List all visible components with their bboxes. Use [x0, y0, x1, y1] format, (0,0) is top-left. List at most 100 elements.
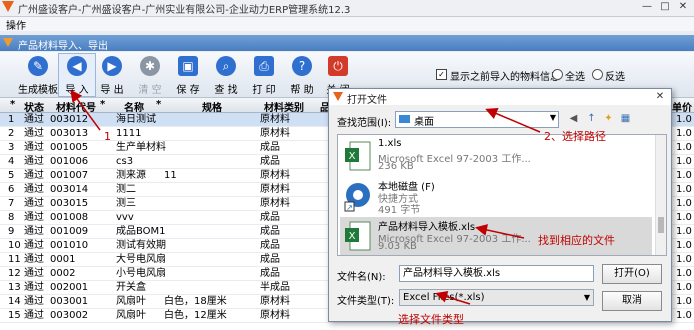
row-index: 7: [8, 198, 15, 209]
row-name: 风扇叶: [116, 296, 146, 307]
row-price: 1.0: [676, 142, 692, 153]
scrollbar-thumb[interactable]: [658, 217, 664, 233]
row-price: 1.0: [676, 156, 692, 167]
row-code: 003002: [50, 310, 89, 321]
search-icon: ⌕: [216, 56, 236, 76]
row-spec: 白色，12厘米: [164, 310, 227, 321]
row-price: 1.0: [676, 184, 692, 195]
row-status: 通过: [24, 268, 44, 279]
row-price: 1.0: [676, 114, 692, 125]
row-name: 开关盒: [116, 282, 146, 293]
col-marker-2: *: [100, 99, 106, 110]
excel-icon: X: [345, 221, 371, 251]
clear-button[interactable]: ✱ 清 空: [132, 54, 168, 96]
row-status: 通过: [24, 254, 44, 265]
look-in-select[interactable]: 桌面 ▼: [395, 111, 559, 128]
look-in-value: 桌面: [414, 117, 434, 128]
row-status: 通过: [24, 198, 44, 209]
show-previous-checkbox[interactable]: ✓: [436, 69, 447, 80]
up-folder-icon[interactable]: ↑: [585, 112, 598, 125]
col-code[interactable]: 材料代号: [56, 99, 96, 114]
svg-text:X: X: [349, 231, 356, 242]
col-spec[interactable]: 规格: [202, 99, 222, 114]
row-name: cs3: [116, 156, 134, 167]
back-icon[interactable]: ◀: [567, 112, 580, 125]
cancel-button[interactable]: 取消: [602, 291, 662, 311]
row-index: 11: [8, 254, 21, 265]
new-folder-icon[interactable]: ✦: [602, 112, 615, 125]
col-price[interactable]: 单价: [672, 99, 692, 114]
search-button[interactable]: ⌕ 查 找: [208, 54, 244, 96]
filename-label: 文件名(N):: [337, 272, 386, 283]
close-window-button[interactable]: ✕: [676, 1, 690, 13]
maximize-button[interactable]: □: [658, 1, 672, 13]
select-all-radio[interactable]: [552, 69, 563, 80]
row-status: 通过: [24, 226, 44, 237]
row-price: 1.0: [676, 268, 692, 279]
row-index: 13: [8, 282, 21, 293]
row-code: 001006: [50, 156, 89, 167]
row-status: 通过: [24, 296, 44, 307]
export-button[interactable]: ▶ 导 出: [94, 54, 130, 96]
file-size: 9.03 KB: [378, 241, 417, 252]
folder-icon: [399, 115, 410, 123]
app-logo-icon: [2, 1, 14, 12]
print-button[interactable]: ⎙ 打 印: [246, 54, 282, 96]
row-category: 成品: [260, 240, 280, 251]
save-icon: ▣: [178, 56, 198, 76]
dialog-app-icon: [333, 92, 343, 101]
annotation-find-file: 找到相应的文件: [538, 234, 615, 247]
row-code: 002001: [50, 282, 89, 293]
row-code: 001010: [50, 240, 89, 251]
row-index: 2: [8, 128, 15, 139]
row-category: 成品: [260, 268, 280, 279]
row-index: 8: [8, 212, 15, 223]
row-category: 原材料: [260, 184, 290, 195]
col-name[interactable]: 名称: [124, 99, 144, 114]
dialog-close-button[interactable]: ✕: [653, 90, 667, 103]
file-size: 491 字节: [378, 205, 421, 216]
inner-window-title: 产品材料导入、导出: [18, 41, 108, 52]
open-button[interactable]: 打开(O): [602, 264, 662, 284]
row-status: 通过: [24, 156, 44, 167]
invert-radio[interactable]: [592, 69, 603, 80]
row-name: 测二: [116, 184, 136, 195]
dialog-title-bar: 打开文件 ✕: [329, 89, 671, 106]
row-code: 003013: [50, 128, 89, 139]
row-index: 14: [8, 296, 21, 307]
row-code: 0002: [50, 268, 76, 279]
broom-icon: ✱: [140, 56, 160, 76]
menu-operate[interactable]: 操作: [6, 17, 26, 32]
annotation-select-type: 选择文件类型: [398, 313, 464, 326]
dialog-title: 打开文件: [347, 95, 387, 106]
row-status: 通过: [24, 310, 44, 321]
row-status: 通过: [24, 212, 44, 223]
filename-input[interactable]: 产品材料导入模板.xls: [399, 265, 594, 282]
view-menu-icon[interactable]: ▦: [619, 112, 632, 125]
minimize-button[interactable]: —: [640, 1, 654, 13]
row-code: 003001: [50, 296, 89, 307]
select-all-label: 全选: [565, 72, 585, 83]
generate-template-button[interactable]: ✎ 生成模板: [18, 54, 58, 96]
row-spec: 11: [164, 170, 177, 181]
row-status: 通过: [24, 170, 44, 181]
filetype-label: 文件类型(T):: [337, 296, 395, 307]
row-status: 通过: [24, 142, 44, 153]
row-index: 15: [8, 310, 21, 321]
annotation-step1: 1: [104, 130, 111, 143]
file-list-scrollbar[interactable]: [655, 135, 666, 255]
excel-icon: X: [345, 141, 371, 171]
row-name: 风扇叶: [116, 310, 146, 321]
file-item[interactable]: ↗ 本地磁盘 (F) 快捷方式 491 字节: [340, 177, 652, 216]
row-index: 6: [8, 184, 15, 195]
row-name: 测试有效期: [116, 240, 166, 251]
row-status: 通过: [24, 128, 44, 139]
filetype-select[interactable]: Excel Files(*.xls) ▼: [399, 289, 594, 306]
col-category[interactable]: 材料类别: [264, 99, 304, 114]
row-name: 小号电风扇: [116, 268, 166, 279]
row-code: 0001: [50, 254, 76, 265]
row-code: 003015: [50, 198, 89, 209]
col-status[interactable]: 状态: [24, 99, 44, 114]
pencil-icon: ✎: [28, 56, 48, 76]
save-button[interactable]: ▣ 保 存: [170, 54, 206, 96]
